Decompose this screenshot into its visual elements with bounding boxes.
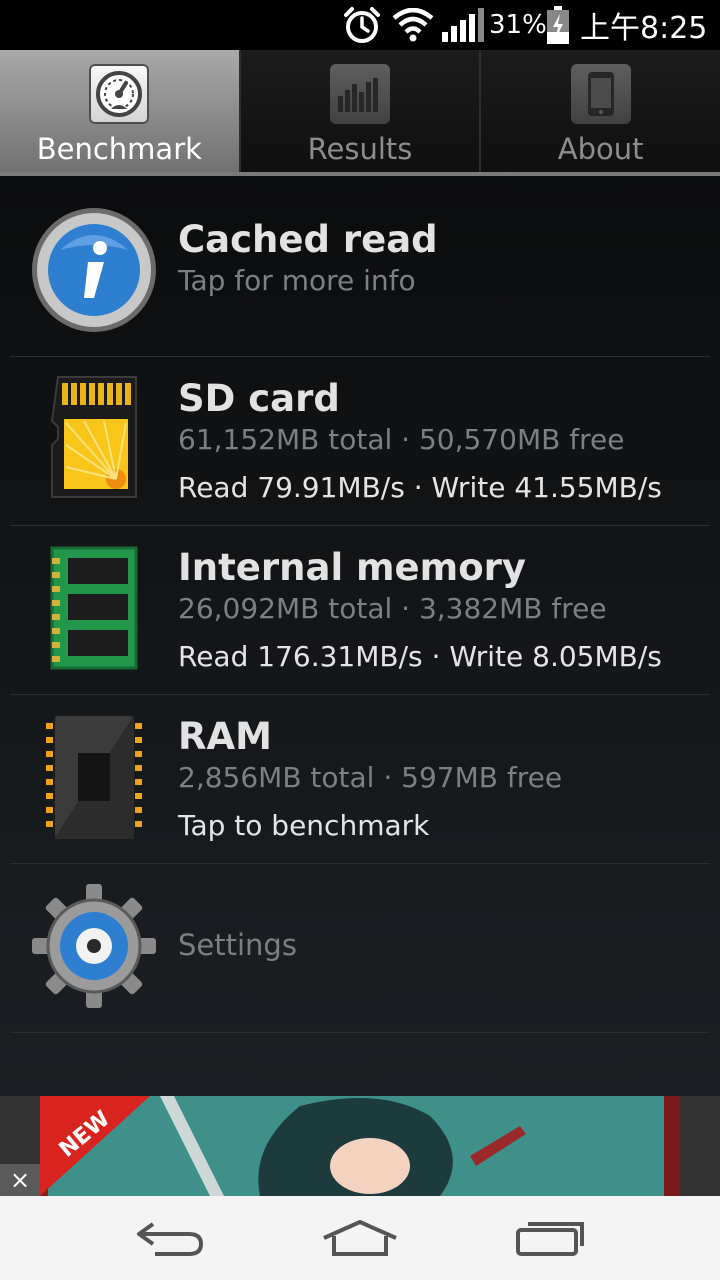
tab-about[interactable]: About [481, 50, 720, 176]
sd-card-title: SD card [178, 377, 340, 420]
cached-read-title: Cached read [178, 218, 438, 261]
settings-label: Settings [178, 928, 297, 962]
info-icon [30, 206, 158, 334]
gear-icon [30, 882, 158, 1010]
cached-read-subtitle: Tap for more info [178, 264, 416, 297]
tab-about-label: About [557, 132, 644, 166]
wifi-icon [392, 0, 434, 50]
tab-bar: Benchmark Results About [0, 50, 720, 176]
signal-icon [440, 0, 484, 50]
clock-time: 上午8:25 [580, 11, 708, 46]
benchmark-list: Cached read Tap for more info SD card 61… [0, 176, 720, 1096]
internal-memory-title: Internal memory [178, 546, 526, 589]
list-item-internal-memory[interactable]: Internal memory 26,092MB total · 3,382MB… [10, 526, 710, 695]
internal-memory-speed: Read 176.31MB/s · Write 8.05MB/s [178, 640, 662, 673]
tab-benchmark-label: Benchmark [36, 132, 202, 166]
chip-icon [30, 713, 158, 841]
ram-capacity: 2,856MB total · 597MB free [178, 761, 563, 794]
tab-benchmark[interactable]: Benchmark [0, 50, 241, 176]
battery-charging-icon [546, 0, 570, 50]
ram-title: RAM [178, 715, 272, 758]
back-icon[interactable] [115, 1206, 225, 1270]
internal-memory-capacity: 26,092MB total · 3,382MB free [178, 592, 607, 625]
sd-card-icon [30, 373, 158, 501]
home-icon[interactable] [305, 1206, 415, 1270]
speedometer-icon [89, 64, 150, 124]
alarm-clock-icon [342, 0, 382, 50]
battery-percent: 31% [489, 10, 547, 40]
ad-image [0, 1096, 720, 1196]
phone-icon [570, 64, 631, 124]
recent-apps-icon[interactable] [495, 1206, 605, 1270]
sd-card-capacity: 61,152MB total · 50,570MB free [178, 423, 625, 456]
tab-results[interactable]: Results [240, 50, 482, 176]
status-bar: 31% 上午8:25 [0, 0, 720, 50]
ad-banner[interactable]: NEW × [0, 1096, 720, 1196]
ram-action-hint: Tap to benchmark [178, 809, 430, 842]
list-item-settings[interactable]: Settings [10, 864, 710, 1033]
navigation-bar [0, 1196, 720, 1280]
memory-module-icon [30, 544, 158, 672]
bar-chart-icon [330, 64, 390, 124]
list-item-cached-read[interactable]: Cached read Tap for more info [10, 188, 710, 357]
ad-close-button[interactable]: × [0, 1164, 40, 1196]
list-item-sd-card[interactable]: SD card 61,152MB total · 50,570MB free R… [10, 357, 710, 526]
sd-card-speed: Read 79.91MB/s · Write 41.55MB/s [178, 471, 662, 504]
tab-results-label: Results [307, 132, 413, 166]
list-item-ram[interactable]: RAM 2,856MB total · 597MB free Tap to be… [10, 695, 710, 864]
